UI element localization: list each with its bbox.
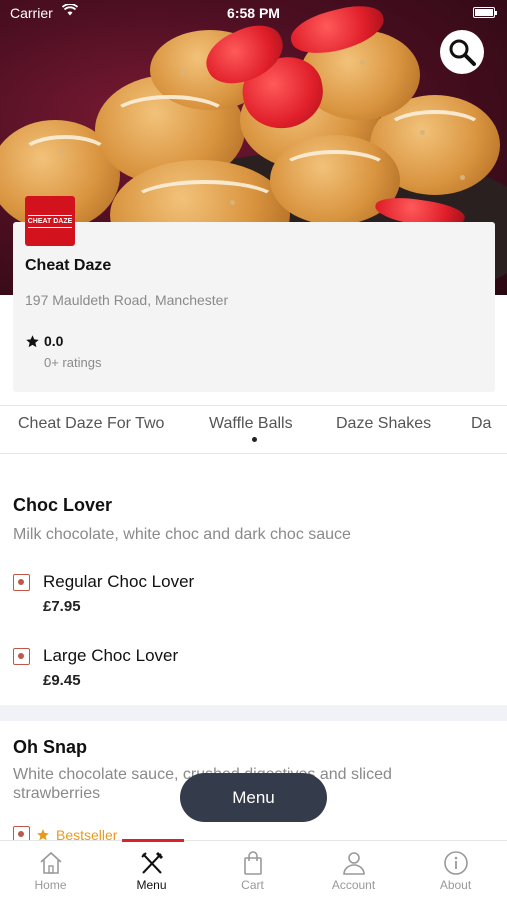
restaurant-logo: CHEAT DAZE [25,196,75,246]
search-button[interactable] [440,30,484,74]
rating-value: 0.0 [44,333,64,349]
search-icon [449,39,476,66]
menu-item[interactable]: Regular Choc Lover £7.95 [13,570,493,620]
nav-label: Account [331,878,376,892]
section-title: Oh Snap [13,737,88,757]
item-name: Regular Choc Lover [43,572,195,591]
tab-daze-shakes[interactable]: Daze Shakes [336,415,431,433]
nav-label: Cart [241,878,264,892]
item-name: Large Choc Lover [43,646,179,665]
rating: 0.0 [25,333,63,349]
nav-account[interactable]: Account [303,841,404,900]
status-time: 6:58 PM [227,5,280,21]
bottom-nav: Home Menu Cart Account About [0,839,507,900]
biscuit-crumb [230,200,235,205]
category-tabs: Cheat Daze For Two Waffle Balls Daze Sha… [0,405,507,454]
biscuit-crumb [420,130,425,135]
star-icon [26,334,39,347]
nav-label: Home [34,878,67,892]
tab-partial[interactable]: Da [471,415,491,433]
biscuit-crumb [360,60,365,65]
active-tab-indicator [252,437,257,442]
veg-indicator-icon [13,574,30,591]
utensils-icon [140,851,163,874]
biscuit-crumb [60,150,65,155]
restaurant-name: Cheat Daze [25,257,112,274]
veg-indicator-icon [13,648,30,665]
home-icon [39,851,62,874]
nav-cart[interactable]: Cart [202,841,303,900]
user-icon [342,852,365,875]
status-bar: Carrier 6:58 PM [0,0,507,28]
bag-icon [243,851,262,875]
restaurant-address: 197 Mauldeth Road, Manchester [25,292,229,308]
biscuit-crumb [180,70,185,75]
restaurant-info-card: CHEAT DAZE Cheat Daze 197 Mauldeth Road,… [13,196,495,392]
info-icon [443,851,468,875]
floating-menu-label: Menu [232,787,275,807]
floating-menu-button[interactable]: Menu [180,773,327,822]
nav-home[interactable]: Home [0,841,101,900]
section-title: Choc Lover [13,495,113,515]
section-description: Milk chocolate, white choc and dark choc… [13,526,351,543]
nav-label: About [439,878,472,892]
battery-icon [473,7,497,18]
restaurant-logo-text: CHEAT DAZE [27,214,73,228]
section-divider [0,705,507,721]
rating-count: 0+ ratings [44,355,102,370]
item-price: £9.45 [43,672,81,689]
chocolate-drizzle [130,180,280,225]
chocolate-drizzle [110,95,230,140]
chocolate-drizzle [385,110,485,150]
menu-item[interactable]: Large Choc Lover £9.45 [13,644,493,694]
tab-cheat-daze-for-two[interactable]: Cheat Daze For Two [18,415,164,433]
nav-label: Menu [136,878,167,892]
chocolate-drizzle [20,135,110,175]
chocolate-drizzle [280,150,390,190]
tab-waffle-balls[interactable]: Waffle Balls [209,415,293,433]
biscuit-crumb [460,175,465,180]
nav-menu[interactable]: Menu [101,841,202,900]
item-price: £7.95 [43,598,81,615]
nav-about[interactable]: About [405,841,506,900]
